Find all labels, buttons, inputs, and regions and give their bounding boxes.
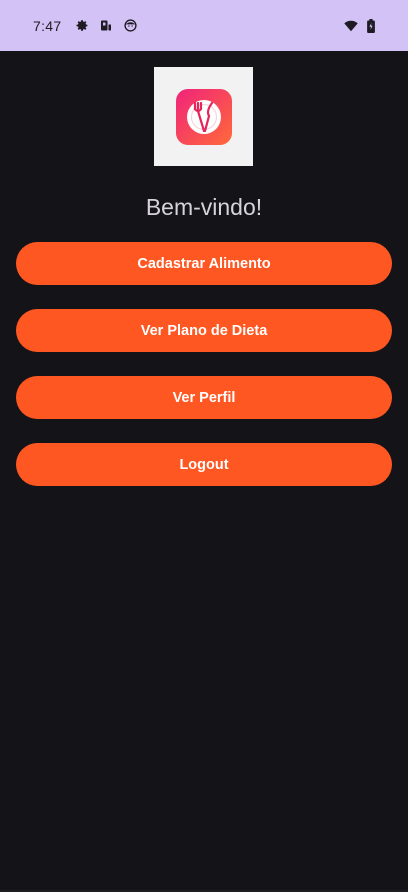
battery-icon <box>364 18 378 33</box>
logout-button[interactable]: Logout <box>16 443 392 486</box>
status-left: 7:47 <box>33 18 137 34</box>
wifi-icon <box>344 19 358 33</box>
face-icon <box>123 19 137 33</box>
gear-icon <box>75 19 89 33</box>
status-time: 7:47 <box>33 17 62 34</box>
view-profile-button[interactable]: Ver Perfil <box>16 376 392 419</box>
fork-knife-plate-icon <box>175 88 232 145</box>
app-logo <box>154 67 253 166</box>
sim-icon <box>99 19 113 33</box>
main-screen: Bem-vindo! Cadastrar Alimento Ver Plano … <box>0 51 408 892</box>
status-bar: 7:47 <box>0 0 408 51</box>
register-food-button[interactable]: Cadastrar Alimento <box>16 242 392 285</box>
status-right <box>344 18 378 33</box>
view-diet-plan-button[interactable]: Ver Plano de Dieta <box>16 309 392 352</box>
welcome-heading: Bem-vindo! <box>145 194 263 220</box>
